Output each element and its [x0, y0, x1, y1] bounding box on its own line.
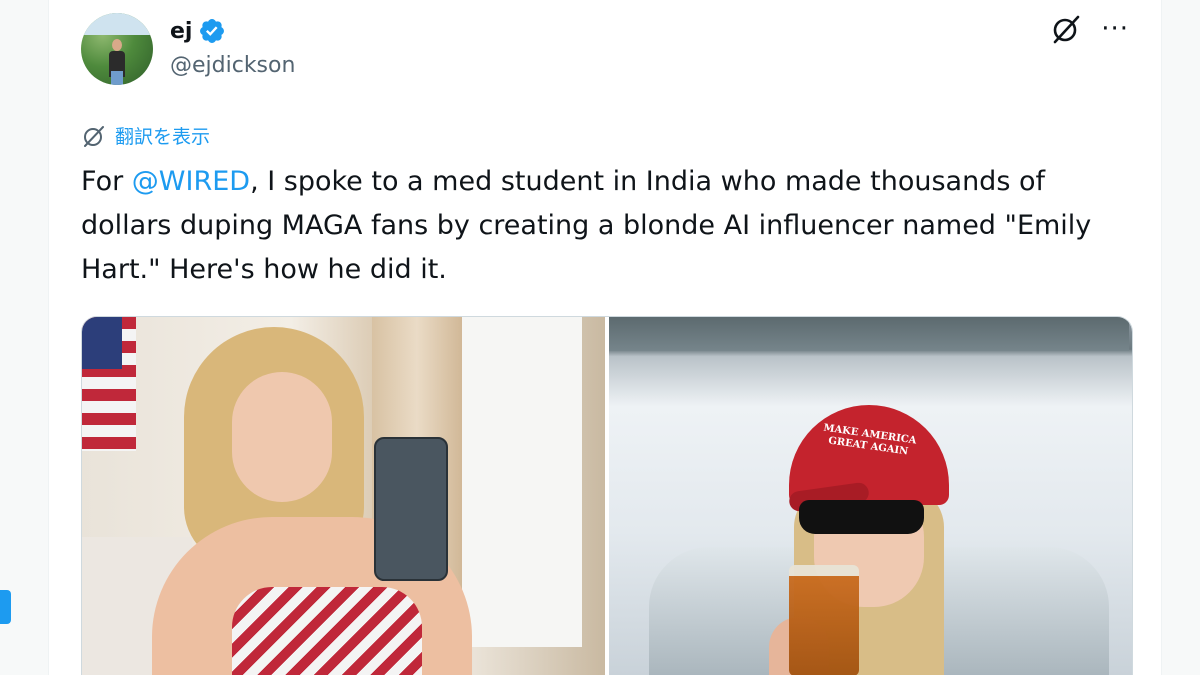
tweet-media-grid: MAKE AMERICA GREAT AGAIN — [81, 316, 1133, 675]
avatar[interactable] — [81, 13, 153, 85]
window — [462, 317, 582, 647]
treeline — [609, 317, 1129, 351]
tweet-image-1[interactable] — [82, 317, 605, 675]
verified-badge-icon — [200, 19, 225, 43]
side-tab-indicator[interactable] — [0, 590, 11, 624]
tweet-image-2[interactable]: MAKE AMERICA GREAT AGAIN — [609, 317, 1132, 675]
translate-icon — [84, 125, 104, 147]
mention-link[interactable]: @WIRED — [132, 166, 250, 197]
smartphone — [374, 437, 448, 581]
author-name-row: ej — [170, 17, 226, 45]
beer-glass — [789, 565, 859, 675]
tweet-text: For @WIRED, I spoke to a med student in … — [81, 160, 1141, 292]
sunglasses — [799, 500, 924, 534]
avatar-person-head — [112, 39, 122, 51]
person-face — [232, 372, 332, 502]
tweet-card: ej @ejdickson ··· 翻訳を表示 For @WIRED, I sp… — [48, 0, 1162, 675]
translate-label[interactable]: 翻訳を表示 — [115, 122, 210, 149]
grok-icon[interactable] — [1049, 12, 1083, 46]
american-flag — [82, 317, 136, 451]
author-handle[interactable]: @ejdickson — [170, 53, 295, 78]
tweet-top-actions: ··· — [1049, 12, 1129, 46]
avatar-person-legs — [111, 71, 123, 85]
author-display-name[interactable]: ej — [170, 19, 192, 44]
flag-canton — [82, 317, 122, 369]
avatar-sky — [81, 13, 153, 35]
tweet-text-prefix: For — [81, 166, 132, 197]
flag-bikini — [232, 587, 422, 675]
translate-link[interactable]: 翻訳を表示 — [81, 122, 210, 149]
more-options-icon[interactable]: ··· — [1101, 12, 1129, 46]
